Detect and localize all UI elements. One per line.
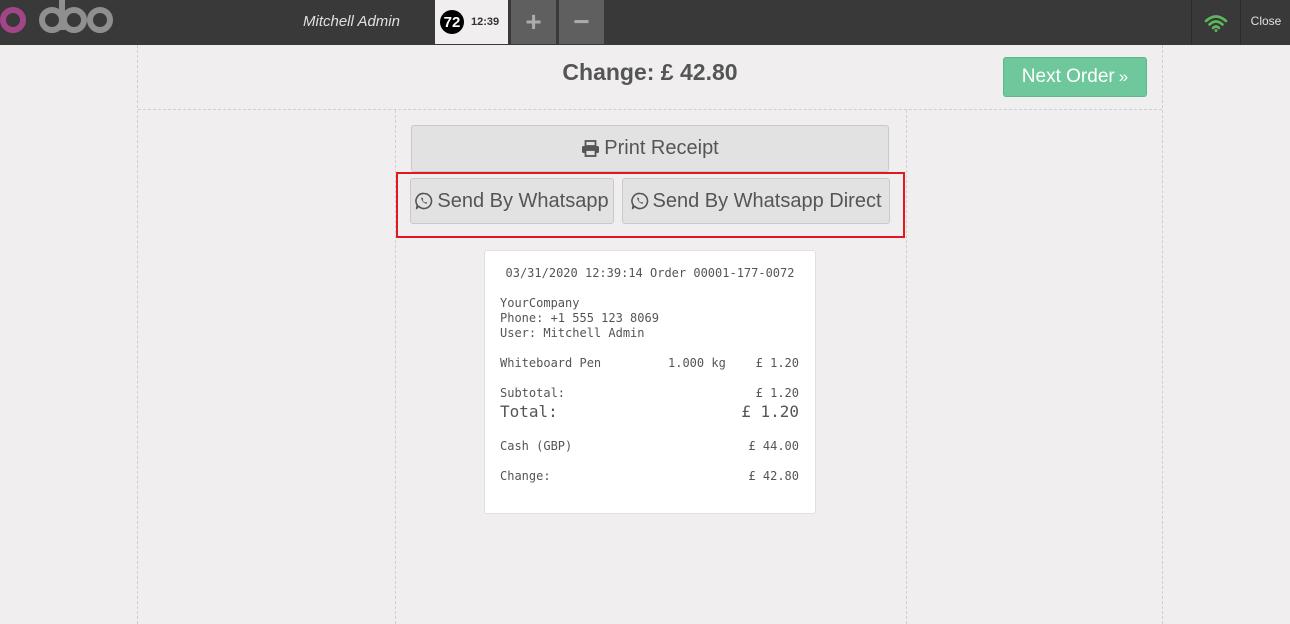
delete-order-button[interactable]: − — [559, 0, 604, 44]
close-button[interactable]: Close — [1242, 0, 1290, 45]
pos-topbar: Mitchell Admin 72 12:39 + − Close — [0, 0, 1290, 45]
receipt-ticket: 03/31/2020 12:39:14 Order 00001-177-0072… — [484, 250, 816, 514]
order-time: 12:39 — [471, 16, 500, 28]
receipt-subtotal-value: £ 1.20 — [755, 386, 799, 400]
wifi-icon[interactable] — [1191, 0, 1241, 45]
receipt-payment-value: £ 44.00 — [748, 439, 799, 453]
order-number-badge: 72 — [440, 10, 464, 34]
order-tab-active[interactable]: 72 12:39 — [435, 0, 508, 44]
receipt-line-qty: 1.000 kg — [668, 356, 726, 370]
receipt-change-value: £ 42.80 — [748, 469, 799, 483]
receipt-phone: Phone: +1 555 123 8069 — [500, 311, 659, 325]
receipt-line-price: £ 1.20 — [755, 356, 799, 370]
receipt-user: User: Mitchell Admin — [500, 326, 645, 340]
receipt-screen-header: Change: £ 42.80 Next Order » — [138, 45, 1162, 110]
double-chevron-right-icon: » — [1118, 67, 1129, 86]
odoo-logo — [0, 0, 118, 45]
next-order-label: Next Order — [1021, 66, 1115, 87]
print-receipt-label: Print Receipt — [604, 137, 719, 159]
next-order-button[interactable]: Next Order » — [1003, 57, 1147, 97]
printer-icon — [582, 140, 600, 157]
receipt-header-line: 03/31/2020 12:39:14 Order 00001-177-0072 — [505, 266, 795, 280]
receipt-total-value: £ 1.20 — [741, 402, 799, 421]
print-receipt-button[interactable]: Print Receipt — [411, 125, 889, 172]
new-order-button[interactable]: + — [511, 0, 556, 44]
receipt-company: YourCompany — [500, 296, 580, 310]
whatsapp-buttons-highlight — [396, 172, 905, 238]
cashier-name[interactable]: Mitchell Admin — [303, 0, 400, 45]
